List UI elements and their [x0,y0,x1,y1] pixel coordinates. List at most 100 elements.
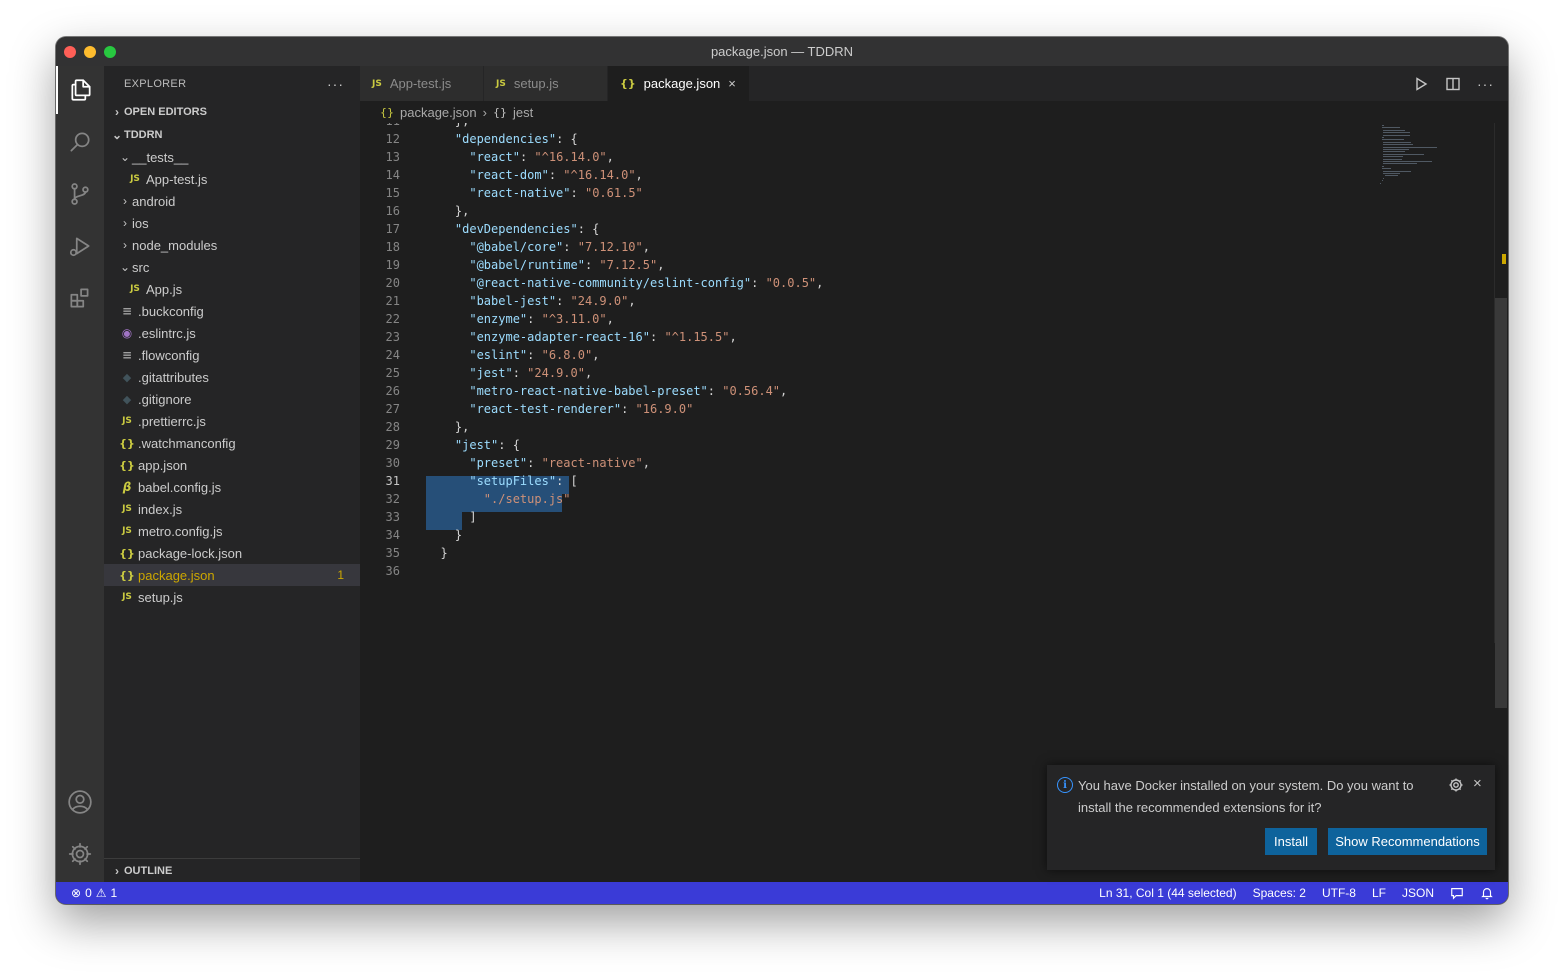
js-file-icon: JS [130,174,140,184]
file-item[interactable]: JS .prettierrc.js [104,410,360,432]
file-item[interactable]: ◆ .gitignore [104,388,360,410]
line-number: 12 [385,132,400,146]
minimap-line [1383,132,1410,134]
search-activity[interactable] [56,118,104,166]
problems-indicator[interactable]: ⊗ 0 ⚠ 1 [56,886,117,900]
minimap-line [1383,129,1406,131]
line-number: 35 [385,546,400,560]
eslint-file-icon: ◉ [121,326,133,340]
file-item[interactable]: ◉ .eslintrc.js [104,322,360,344]
extensions-activity[interactable] [56,274,104,322]
json-file-icon: {} [620,77,636,90]
code-line: 12 "dependencies": { [360,130,1380,148]
file-item[interactable]: JS metro.config.js [104,520,360,542]
minimap[interactable] [1378,123,1490,193]
file-item[interactable]: {} package-lock.json [104,542,360,564]
code-line: 18 "@babel/core": "7.12.10", [360,238,1380,256]
config-file-icon: ≡ [121,304,133,318]
run-debug-icon [69,237,90,257]
language-mode[interactable]: JSON [1402,886,1434,900]
line-text: "metro-react-native-babel-preset": "0.56… [469,384,788,398]
file-item[interactable]: ≡ .buckconfig [104,300,360,322]
tree-item-label: package-lock.json [138,545,243,561]
folder-item[interactable]: › node_modules [104,234,360,256]
tree-item-label: .watchmanconfig [138,435,236,451]
line-ending[interactable]: LF [1372,886,1386,900]
close-notification-icon[interactable]: × [1473,775,1482,792]
tree-item-label: android [132,193,176,209]
file-item[interactable]: β babel.config.js [104,476,360,498]
install-button[interactable]: Install [1265,828,1317,855]
line-number: 29 [385,438,400,452]
file-item[interactable]: {} .watchmanconfig [104,432,360,454]
breadcrumb-file[interactable]: package.json [400,105,477,120]
source-control-activity[interactable] [56,170,104,218]
line-number: 16 [385,204,400,218]
tab-app-test-js[interactable]: JS App-test.js [360,66,484,101]
tree-item-label: setup.js [138,589,183,605]
title-bar: package.json — TDDRN [56,37,1508,66]
file-item[interactable]: ◆ .gitattributes [104,366,360,388]
minimap-line [1383,163,1418,165]
manage-activity[interactable] [56,830,104,878]
folder-item[interactable]: ⌄ __tests__ [104,146,360,168]
tree-item-label: App-test.js [146,171,208,187]
line-number: 34 [385,528,400,542]
accounts-activity[interactable] [56,778,104,826]
more-actions-icon[interactable]: ··· [327,76,344,92]
tree-item-label: .gitignore [138,391,192,407]
encoding[interactable]: UTF-8 [1322,886,1356,900]
code-line: 15 "react-native": "0.61.5" [360,184,1380,202]
run-debug-activity[interactable] [56,222,104,270]
code-line: 29 "jest": { [360,436,1380,454]
js-file-icon: JS [122,526,132,536]
cursor-position[interactable]: Ln 31, Col 1 (44 selected) [1099,886,1236,900]
notification-settings-icon[interactable] [1448,777,1464,793]
split-editor-icon[interactable] [1445,76,1461,92]
file-item[interactable]: {} package.json 1 [104,564,360,586]
run-file-icon[interactable] [1413,76,1429,92]
zoom-window-button[interactable] [104,46,116,58]
more-actions-icon[interactable]: ··· [1477,76,1494,92]
indentation[interactable]: Spaces: 2 [1253,886,1306,900]
feedback-icon[interactable] [1450,886,1464,900]
close-tab-icon[interactable]: × [728,76,736,91]
file-item[interactable]: JS index.js [104,498,360,520]
close-window-button[interactable] [64,46,76,58]
file-item[interactable]: JS App-test.js [104,168,360,190]
explorer-activity[interactable] [56,66,104,114]
folder-item[interactable]: ⌄ src [104,256,360,278]
line-text: } [426,546,448,560]
tab-package-json[interactable]: {} package.json × [608,66,750,101]
file-item[interactable]: JS App.js [104,278,360,300]
outline-section[interactable]: › OUTLINE [104,858,360,882]
tree-item-label: metro.config.js [138,523,223,539]
minimize-window-button[interactable] [84,46,96,58]
notifications-bell-icon[interactable] [1480,886,1494,900]
tree-item-label: __tests__ [132,149,189,165]
line-text: "react-native": "0.61.5" [469,186,643,200]
project-section[interactable]: ⌄ TDDRN [104,124,360,146]
folder-item[interactable]: › android [104,190,360,212]
code-line: 25 "jest": "24.9.0", [360,364,1380,382]
breadcrumb-node[interactable]: jest [513,105,533,120]
folder-item[interactable]: › ios [104,212,360,234]
line-number: 26 [385,384,400,398]
minimap-line [1383,170,1411,172]
minimap-line [1383,173,1400,174]
code-line: 34 } [360,526,1380,544]
file-item[interactable]: ≡ .flowconfig [104,344,360,366]
tree-item-label: .flowconfig [138,347,200,363]
tab-setup-js[interactable]: JS setup.js [484,66,608,101]
line-number: 32 [385,492,400,506]
scrollbar-thumb[interactable] [1495,298,1507,708]
tree-item-label: .gitattributes [138,369,209,385]
notification-message: You have Docker installed on your system… [1078,778,1414,815]
chevron-down-icon: ⌄ [119,260,131,274]
open-editors-section[interactable]: › OPEN EDITORS [104,101,360,123]
file-item[interactable]: {} app.json [104,454,360,476]
file-item[interactable]: JS setup.js [104,586,360,608]
chevron-right-icon: › [123,194,127,208]
git-file-icon: ◆ [122,392,132,406]
show-recommendations-button[interactable]: Show Recommendations [1328,828,1487,855]
